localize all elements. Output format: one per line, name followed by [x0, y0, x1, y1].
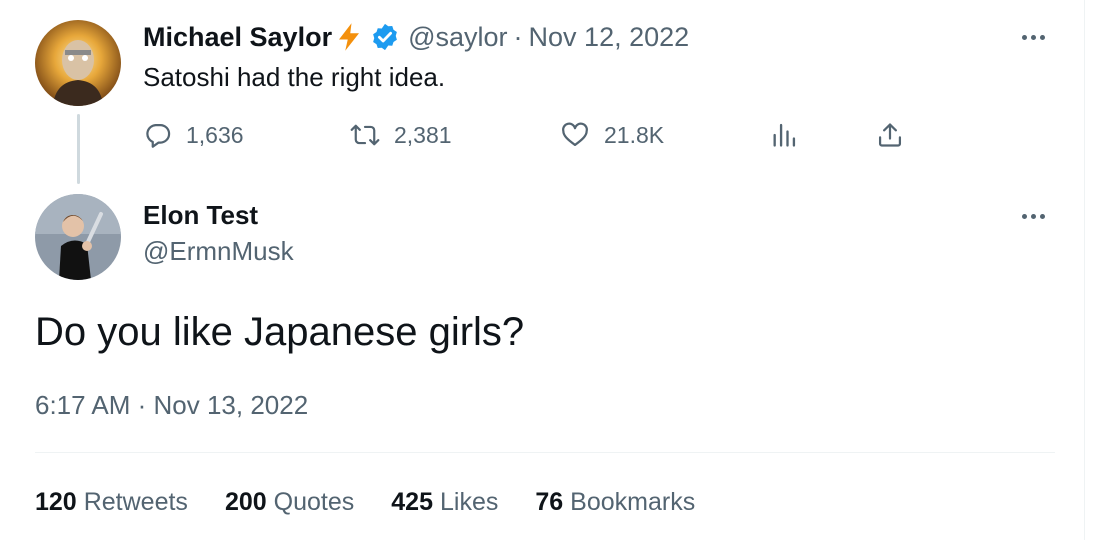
header-separator: · [513, 21, 523, 52]
more-icon[interactable] [1022, 214, 1045, 219]
reply-icon [146, 123, 171, 148]
like-button[interactable]: 21.8K [560, 118, 664, 152]
parent-tweet-text: Satoshi had the right idea. [143, 62, 446, 92]
stat-likes[interactable]: 425 Likes [391, 488, 498, 517]
retweet-button[interactable]: 2,381 [350, 118, 452, 152]
parent-tweet-header: Michael Saylor @saylor · Nov 12, 2022 [143, 20, 689, 54]
share-button[interactable] [876, 118, 904, 152]
engagement-stats: 120 Retweets 200 Quotes 425 Likes 76 Boo… [35, 486, 695, 518]
retweet-count: 2,381 [394, 121, 452, 148]
avatar-saylor[interactable] [35, 20, 121, 106]
more-icon[interactable] [1022, 35, 1045, 40]
reply-button[interactable]: 1,636 [144, 118, 244, 152]
stat-count: 425 [391, 487, 433, 516]
stat-label: Quotes [273, 487, 355, 516]
like-count: 21.8K [604, 121, 665, 148]
share-icon [878, 123, 902, 147]
parent-author-name[interactable]: Michael Saylor [143, 22, 332, 53]
stat-count: 76 [535, 487, 564, 516]
views-button[interactable] [770, 118, 798, 152]
divider [35, 452, 1055, 453]
stat-label: Likes [439, 487, 499, 516]
thread-line [77, 114, 80, 184]
stat-count: 120 [35, 487, 77, 516]
main-author-name[interactable]: Elon Test [143, 200, 258, 231]
tweet-timestamp[interactable]: 6:17 AM · Nov 13, 2022 [35, 390, 308, 421]
retweet-icon [350, 124, 380, 146]
main-tweet-text: Do you like Japanese girls? [35, 310, 525, 354]
stat-retweets[interactable]: 120 Retweets [35, 488, 188, 517]
main-author-handle[interactable]: @ErmnMusk [143, 236, 294, 267]
stat-quotes[interactable]: 200 Quotes [225, 488, 354, 517]
avatar-elon-test[interactable] [35, 194, 121, 280]
stat-label: Bookmarks [570, 487, 696, 516]
stat-bookmarks[interactable]: 76 Bookmarks [535, 488, 695, 517]
verified-badge-icon [370, 22, 400, 52]
like-icon [562, 122, 588, 147]
parent-tweet-date[interactable]: Nov 12, 2022 [529, 22, 690, 53]
timeline-border [1084, 0, 1085, 540]
parent-author-handle[interactable]: @saylor [408, 22, 507, 53]
views-icon [773, 123, 796, 147]
lightning-icon [334, 22, 364, 52]
reply-count: 1,636 [186, 121, 244, 148]
stat-count: 200 [224, 487, 267, 516]
stat-label: Retweets [83, 487, 188, 516]
